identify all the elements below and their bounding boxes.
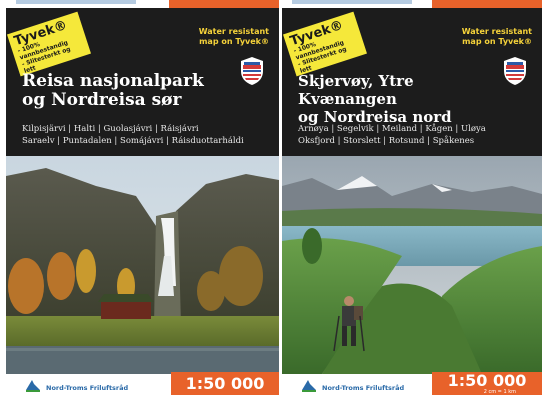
place-list: Kilpisjärvi | Halti | Guolasjávri | Ráis… [22,124,244,146]
map-cover-reisa: Tyvek® - 100% vannbestandig - Slitesterk… [6,0,279,395]
publisher-logo: Nord-Troms Friluftsråd [300,378,440,394]
publisher-logo-icon [302,380,316,392]
water-resistant-note: Water resistant map on Tyvek® [461,27,532,46]
map-title: Skjervøy, Ytre Kvænangen og Nordreisa no… [298,72,452,126]
place-list: Arnøya | Segelvik | Meiland | Kågen | Ul… [298,124,486,146]
top-strip [282,0,542,8]
scale-sub-label: 2 cm = 1 km [483,389,516,395]
publisher-logo: Nord-Troms Friluftsråd [24,378,164,394]
cover-photo-waterfall [6,156,279,374]
top-strip [6,0,279,8]
water-resistant-note: Water resistant map on Tyvek® [198,27,269,46]
map-cover-skjervoy: Tyvek® - 100% vannbestandig - Slitesterk… [282,0,542,395]
calazo-shield-icon [241,57,263,85]
map-title: Reisa nasjonalpark og Nordreisa sør [22,71,204,110]
scale-label: 1:50 000 [171,372,279,395]
publisher-logo-icon [26,380,40,392]
cover-photo-hiker [282,156,542,374]
